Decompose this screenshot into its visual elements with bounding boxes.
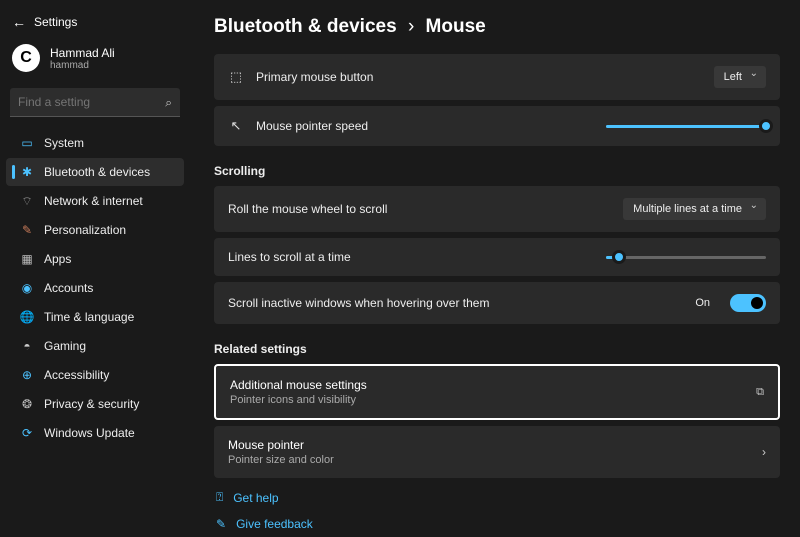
- additional-sub: Pointer icons and visibility: [230, 394, 744, 406]
- globe-icon: 🌐: [20, 310, 34, 324]
- brush-icon: ✎: [20, 223, 34, 237]
- scroll-wheel-label: Roll the mouse wheel to scroll: [228, 202, 611, 216]
- search-icon[interactable]: ⌕: [165, 95, 172, 110]
- row-mouse-pointer[interactable]: Mouse pointer Pointer size and color ›: [214, 426, 780, 478]
- bluetooth-icon: ✱: [20, 165, 34, 179]
- search-input[interactable]: [10, 88, 180, 117]
- help-icon: ⍰: [216, 490, 223, 505]
- additional-title: Additional mouse settings: [230, 378, 744, 392]
- pointer-speed-label: Mouse pointer speed: [256, 119, 594, 133]
- wifi-icon: ⌔: [20, 194, 34, 208]
- update-icon: ⟳: [20, 426, 34, 440]
- accounts-icon: ◉: [20, 281, 34, 295]
- pointer-title: Mouse pointer: [228, 438, 750, 452]
- row-pointer-speed: ↖ Mouse pointer speed: [214, 106, 780, 146]
- feedback-icon: ✎: [216, 517, 226, 531]
- chevron-right-icon: ›: [408, 16, 414, 37]
- primary-button-dropdown[interactable]: Left: [714, 66, 766, 88]
- breadcrumb-current: Mouse: [426, 16, 486, 37]
- sidebar-item-apps[interactable]: ▦Apps: [6, 245, 184, 273]
- sidebar-item-bluetooth[interactable]: ✱Bluetooth & devices: [6, 158, 184, 186]
- sidebar-item-system[interactable]: ▭System: [6, 129, 184, 157]
- sidebar-item-time[interactable]: 🌐Time & language: [6, 303, 184, 331]
- pointer-speed-slider[interactable]: [606, 125, 766, 128]
- slider-thumb[interactable]: [759, 119, 773, 133]
- row-primary-button: ⬚ Primary mouse button Left: [214, 54, 780, 100]
- lines-scroll-label: Lines to scroll at a time: [228, 250, 594, 264]
- scroll-inactive-toggle[interactable]: [730, 294, 766, 312]
- gaming-icon: ◓: [20, 339, 34, 353]
- row-lines-scroll: Lines to scroll at a time: [214, 238, 780, 276]
- back-icon[interactable]: ←: [12, 14, 26, 30]
- row-additional-settings[interactable]: Additional mouse settings Pointer icons …: [214, 364, 780, 420]
- accessibility-icon: ⊕: [20, 368, 34, 382]
- sidebar-item-personalization[interactable]: ✎Personalization: [6, 216, 184, 244]
- cursor-icon: ↖: [228, 118, 244, 134]
- row-scroll-inactive: Scroll inactive windows when hovering ov…: [214, 282, 780, 324]
- give-feedback-link[interactable]: ✎ Give feedback: [214, 511, 780, 537]
- sidebar-item-accessibility[interactable]: ⊕Accessibility: [6, 361, 184, 389]
- get-help-link[interactable]: ⍰ Get help: [214, 484, 780, 511]
- scrolling-title: Scrolling: [214, 164, 780, 178]
- profile[interactable]: C Hammad Ali hammad: [0, 36, 190, 84]
- sidebar-item-gaming[interactable]: ◓Gaming: [6, 332, 184, 360]
- shield-icon: ❂: [20, 397, 34, 411]
- toggle-value: On: [695, 297, 710, 309]
- main-content: Bluetooth & devices › Mouse ⬚ Primary mo…: [190, 0, 800, 537]
- sidebar-item-privacy[interactable]: ❂Privacy & security: [6, 390, 184, 418]
- nav-list: ▭System ✱Bluetooth & devices ⌔Network & …: [0, 129, 190, 447]
- sidebar-item-update[interactable]: ⟳Windows Update: [6, 419, 184, 447]
- pointer-sub: Pointer size and color: [228, 454, 750, 466]
- sidebar: ← Settings C Hammad Ali hammad ⌕ ▭System…: [0, 0, 190, 537]
- mouse-icon: ⬚: [228, 69, 244, 85]
- external-link-icon: ⧉: [756, 386, 764, 399]
- slider-thumb[interactable]: [612, 250, 626, 264]
- primary-button-label: Primary mouse button: [256, 70, 702, 84]
- profile-name: Hammad Ali: [50, 46, 115, 60]
- profile-email: hammad: [50, 60, 115, 71]
- scroll-wheel-dropdown[interactable]: Multiple lines at a time: [623, 198, 766, 220]
- sidebar-item-accounts[interactable]: ◉Accounts: [6, 274, 184, 302]
- app-title: Settings: [34, 15, 77, 29]
- scroll-inactive-label: Scroll inactive windows when hovering ov…: [228, 296, 683, 310]
- chevron-right-icon: ›: [762, 445, 766, 459]
- apps-icon: ▦: [20, 252, 34, 266]
- lines-scroll-slider[interactable]: [606, 256, 766, 259]
- row-scroll-wheel: Roll the mouse wheel to scroll Multiple …: [214, 186, 780, 232]
- sidebar-item-network[interactable]: ⌔Network & internet: [6, 187, 184, 215]
- breadcrumb-parent[interactable]: Bluetooth & devices: [214, 16, 397, 37]
- system-icon: ▭: [20, 136, 34, 150]
- related-title: Related settings: [214, 342, 780, 356]
- breadcrumb: Bluetooth & devices › Mouse: [214, 16, 780, 38]
- avatar: C: [12, 44, 40, 72]
